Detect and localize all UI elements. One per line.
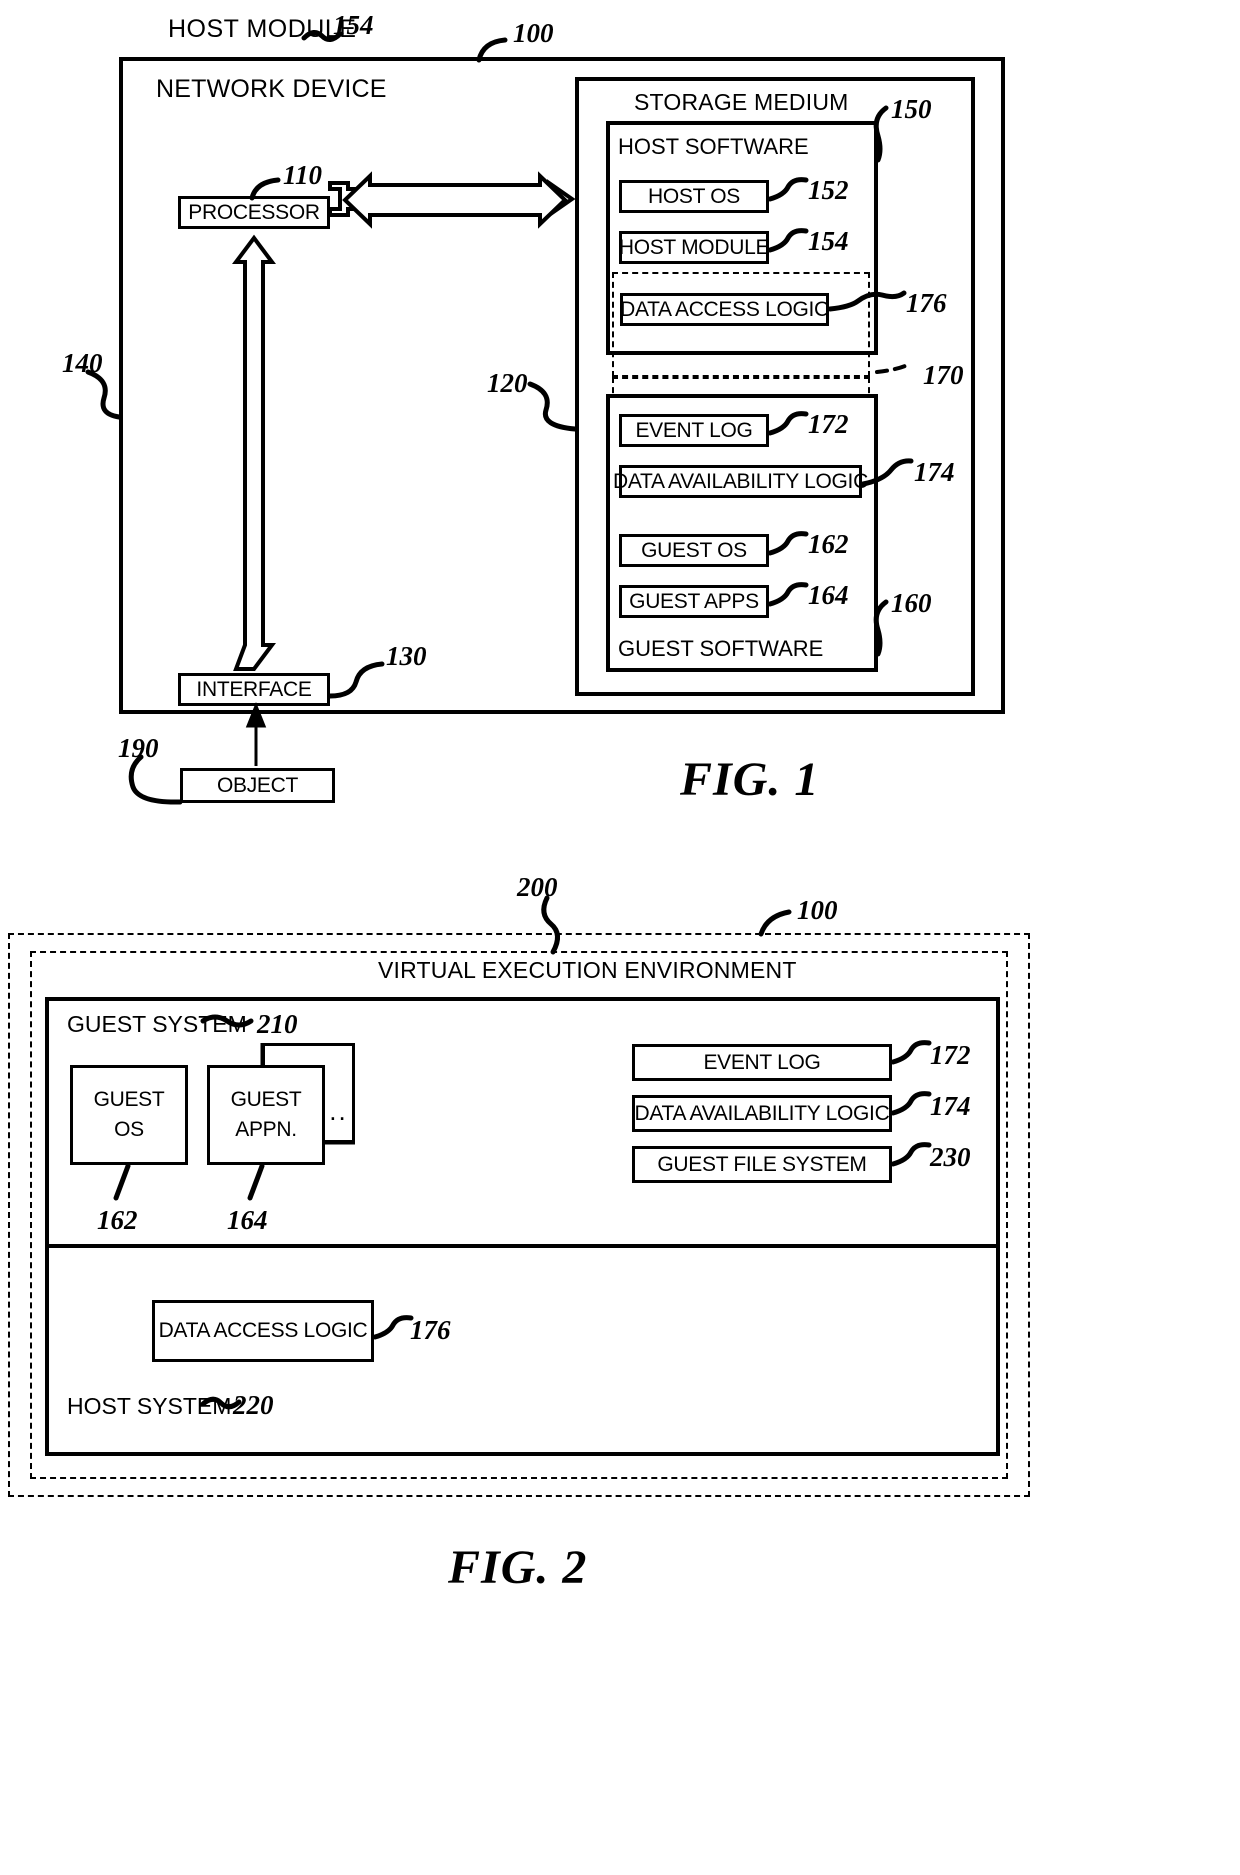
fig2-guest-os-box: GUEST OS (70, 1065, 188, 1165)
fig2-vee-ref: 200 (517, 872, 558, 902)
fig1-guest-software-ref: 160 (891, 588, 932, 618)
fig2-ellipsis: ... (320, 1096, 348, 1126)
fig1-interface-ref: 130 (386, 641, 427, 671)
fig1-data-availability-logic-box: DATA AVAILABILITY LOGIC (613, 465, 868, 498)
fig1-top-callout-ref: 154 (333, 10, 374, 40)
fig1-host-software-label: HOST SOFTWARE (618, 134, 809, 159)
fig2-data-availability-logic-box: DATA AVAILABILITY LOGIC (632, 1095, 892, 1132)
fig2-outer-ref-100: 100 (797, 895, 838, 925)
fig2-guest-system-label: GUEST SYSTEM (67, 1011, 247, 1037)
fig1-guest-os-box: GUEST OS (619, 534, 769, 567)
fig1-guest-apps-ref: 164 (808, 580, 849, 610)
fig2-guest-file-system-ref: 230 (930, 1142, 971, 1172)
fig2-guest-os-line2: OS (114, 1118, 144, 1141)
fig1-outer-ref-100: 100 (513, 18, 554, 48)
fig2-data-access-logic-ref: 176 (410, 1315, 451, 1345)
fig1-interface-box: INTERFACE (178, 673, 330, 706)
fig2-caption: FIG. 2 (448, 1541, 588, 1594)
fig2-guest-file-system-box: GUEST FILE SYSTEM (632, 1146, 892, 1183)
fig1-guest-os-ref: 162 (808, 529, 849, 559)
fig1-host-os-ref: 152 (808, 175, 849, 205)
fig1-event-log-box: EVENT LOG (619, 414, 769, 447)
fig1-data-access-logic-box: DATA ACCESS LOGIC (620, 293, 829, 326)
fig1-object-ref: 190 (118, 733, 159, 763)
fig1-event-log-ref: 172 (808, 409, 849, 439)
fig1-guest-software-label: GUEST SOFTWARE (618, 636, 824, 661)
fig2-system-divider (45, 1244, 1000, 1248)
fig1-host-software-ref: 150 (891, 94, 932, 124)
fig1-processor-box: PROCESSOR (178, 196, 330, 229)
fig1-host-module-box: HOST MODULE (619, 231, 769, 264)
fig2-guest-appn-line2: APPN. (235, 1118, 297, 1141)
fig2-data-access-logic-box: DATA ACCESS LOGIC (152, 1300, 374, 1362)
fig1-dashed-group-ref-170: 170 (923, 360, 964, 390)
fig1-object-box: OBJECT (180, 768, 335, 803)
fig2-vee-label: VIRTUAL EXECUTION ENVIRONMENT (378, 957, 797, 983)
patent-figure-sheet: HOST MODULE 154 100 NETWORK DEVICE 140 1… (0, 0, 1240, 1875)
fig2-guest-os-line1: GUEST (93, 1087, 165, 1111)
fig1-ref-120: 120 (487, 368, 528, 398)
fig2-guest-os-ref: 162 (97, 1205, 138, 1235)
fig2-data-availability-logic-ref: 174 (930, 1091, 971, 1121)
fig2-guest-appn-box: GUEST APPN. (207, 1065, 325, 1165)
fig1-network-device-label: NETWORK DEVICE (156, 75, 387, 103)
fig1-processor-ref: 110 (283, 160, 323, 190)
fig2-host-system-label: HOST SYSTEM (67, 1393, 232, 1419)
fig1-ref-140: 140 (62, 348, 103, 378)
fig1-data-access-logic-ref: 176 (906, 288, 947, 318)
fig2-guest-appn-ref: 164 (227, 1205, 268, 1235)
fig1-storage-medium-label: STORAGE MEDIUM (634, 89, 849, 115)
fig1-guest-apps-box: GUEST APPS (619, 585, 769, 618)
fig1-caption: FIG. 1 (680, 753, 820, 806)
fig2-event-log-box: EVENT LOG (632, 1044, 892, 1081)
fig1-top-callout-label: HOST MODULE (168, 15, 357, 43)
fig2-guest-appn-line1: GUEST (230, 1087, 302, 1111)
fig1-data-availability-logic-ref: 174 (914, 457, 955, 487)
fig1-host-os-box: HOST OS (619, 180, 769, 213)
fig2-event-log-ref: 172 (930, 1040, 971, 1070)
fig2-host-system-ref: 220 (233, 1390, 274, 1420)
fig2-guest-system-ref: 210 (257, 1009, 298, 1039)
fig1-host-module-ref: 154 (808, 226, 849, 256)
